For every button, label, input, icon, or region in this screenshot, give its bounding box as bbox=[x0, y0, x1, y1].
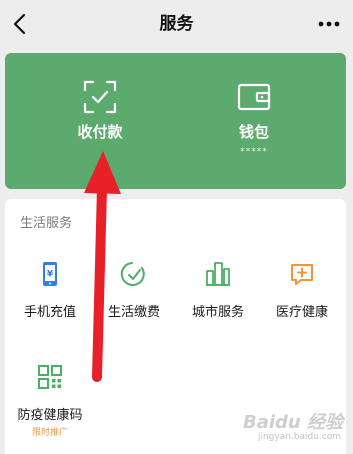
life-services-section: 生活服务 ¥ 手机充值 生活缴费 城市服务 医疗健康 防疫健康码 限时推广 bbox=[5, 199, 346, 454]
utility-payment-icon bbox=[120, 260, 148, 288]
more-horizontal-icon[interactable] bbox=[315, 12, 343, 36]
promo-tag: 限时推广 bbox=[31, 428, 68, 438]
top-nav-bar: 服务 bbox=[0, 0, 353, 48]
health-code-icon bbox=[36, 363, 64, 391]
service-label: 城市服务 bbox=[191, 305, 244, 320]
page-title: 服务 bbox=[159, 14, 194, 34]
service-city-services[interactable]: 城市服务 bbox=[176, 260, 260, 336]
service-medical-health[interactable]: 医疗健康 bbox=[260, 260, 344, 336]
payment-card: 收付款 钱包 ***** bbox=[5, 53, 346, 189]
city-services-icon bbox=[204, 260, 232, 288]
wallet-button[interactable]: 钱包 ***** bbox=[169, 53, 339, 189]
service-label: 生活缴费 bbox=[107, 305, 160, 320]
mobile-topup-icon: ¥ bbox=[36, 260, 64, 288]
receive-pay-label: 收付款 bbox=[77, 123, 123, 141]
service-health-code[interactable]: 防疫健康码 限时推广 bbox=[8, 363, 92, 439]
service-label: 医疗健康 bbox=[275, 305, 328, 320]
service-label: 手机充值 bbox=[23, 305, 76, 320]
wallet-icon bbox=[236, 79, 272, 115]
service-utility-payment[interactable]: 生活缴费 bbox=[92, 260, 176, 336]
service-mobile-topup[interactable]: ¥ 手机充值 bbox=[8, 260, 92, 336]
receive-pay-button[interactable]: 收付款 bbox=[15, 53, 185, 189]
medical-health-icon bbox=[288, 260, 316, 288]
chevron-left-icon[interactable] bbox=[8, 10, 34, 38]
section-title: 生活服务 bbox=[20, 216, 73, 231]
scan-check-icon bbox=[82, 79, 118, 115]
service-label: 防疫健康码 bbox=[17, 408, 83, 423]
wallet-balance-masked: ***** bbox=[240, 147, 268, 157]
wallet-label: 钱包 bbox=[238, 123, 269, 141]
svg-text:¥: ¥ bbox=[47, 270, 54, 280]
